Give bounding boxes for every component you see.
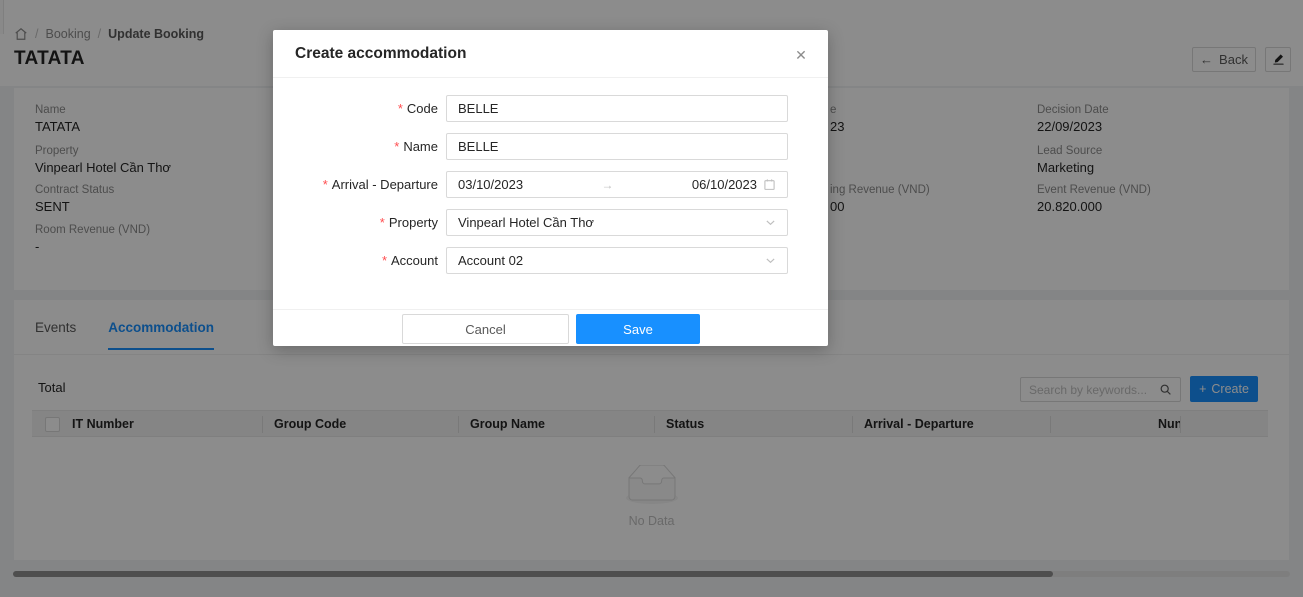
name-input[interactable]: [458, 139, 776, 154]
arrival-date-value[interactable]: 03/10/2023: [458, 177, 523, 192]
required-mark: *: [382, 253, 387, 268]
create-accommodation-modal: Create accommodation ✕ *Code *Name *Arri…: [273, 30, 828, 346]
required-mark: *: [394, 139, 399, 154]
modal-title: Create accommodation: [295, 45, 466, 63]
field-label: *Property: [273, 215, 438, 230]
property-select-value: Vinpearl Hotel Cần Thơ: [458, 215, 594, 230]
form-row-code: *Code: [273, 95, 828, 122]
form-row-name: *Name: [273, 133, 828, 160]
code-field[interactable]: [446, 95, 788, 122]
form-row-arrival-departure: *Arrival - Departure 03/10/2023 → 06/10/…: [273, 171, 828, 198]
property-select[interactable]: Vinpearl Hotel Cần Thơ: [446, 209, 788, 236]
close-icon[interactable]: ✕: [790, 44, 812, 66]
field-label: *Code: [273, 101, 438, 116]
departure-date-value[interactable]: 06/10/2023: [692, 177, 757, 192]
required-mark: *: [380, 215, 385, 230]
required-mark: *: [323, 177, 328, 192]
account-select-value: Account 02: [458, 253, 523, 268]
field-label: *Account: [273, 253, 438, 268]
range-arrow-icon: →: [529, 178, 686, 192]
name-field[interactable]: [446, 133, 788, 160]
calendar-icon: [763, 178, 776, 191]
account-select[interactable]: Account 02: [446, 247, 788, 274]
field-label: *Arrival - Departure: [273, 177, 438, 192]
chevron-down-icon: [765, 255, 776, 266]
code-input[interactable]: [458, 101, 776, 116]
save-button[interactable]: Save: [576, 314, 700, 344]
form-row-property: *Property Vinpearl Hotel Cần Thơ: [273, 209, 828, 236]
form-row-account: *Account Account 02: [273, 247, 828, 274]
modal-body: *Code *Name *Arrival - Departure 03/10/2…: [273, 78, 828, 274]
chevron-down-icon: [765, 217, 776, 228]
field-label: *Name: [273, 139, 438, 154]
required-mark: *: [398, 101, 403, 116]
date-range-picker[interactable]: 03/10/2023 → 06/10/2023: [446, 171, 788, 198]
modal-header: Create accommodation ✕: [273, 30, 828, 78]
modal-footer: Cancel Save: [273, 309, 828, 346]
cancel-button[interactable]: Cancel: [402, 314, 569, 344]
